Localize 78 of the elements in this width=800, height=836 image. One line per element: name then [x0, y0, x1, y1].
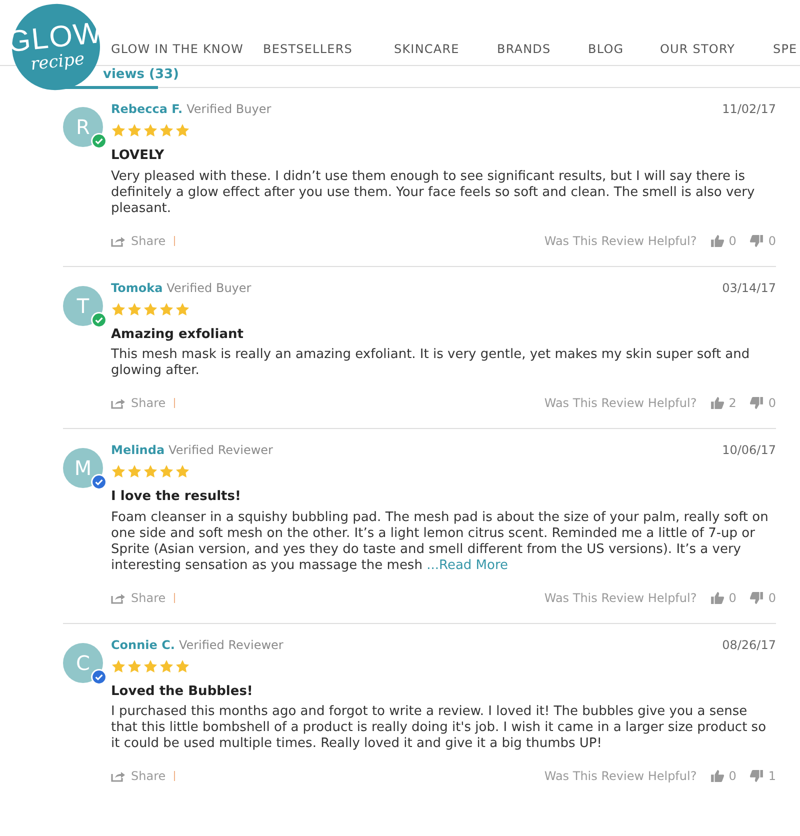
star-icon [111, 123, 126, 138]
thumbs-up-icon [710, 770, 724, 782]
star-icon [127, 658, 142, 674]
share-icon [111, 234, 125, 246]
review-text: Very pleased with these. I didn’t use them enough to see significant results, but I will say there is definitely a glow effect after you use them. Your face feels so soft and clean. The smell is also very pleasant. [111, 168, 756, 216]
share-link[interactable]: Share [111, 588, 166, 606]
star-icon [143, 464, 158, 479]
review-text: Foam cleanser in a squishy bubbling pad. The mesh pad is about the size of your palm, really soft on one side and soft mesh on the other. It’s a light lemon citrus scent. Reminded me a little of 7-up or Sprite (Asian version, and yes they do taste and smell different from the US versions). It’s a very interesting sensation as you massage the mesh ...Read More [111, 510, 770, 574]
star-icon [111, 658, 126, 674]
share-icon [111, 770, 125, 782]
nav-link[interactable]: OUR STORY [660, 40, 773, 58]
share-icon [111, 397, 125, 409]
thumbs-up-button[interactable]: 0 [710, 232, 736, 250]
review-date: 11/02/17 [722, 101, 776, 118]
review-date: 08/26/17 [722, 636, 776, 654]
thumbs-up-icon [710, 397, 724, 409]
review-text: This mesh mask is really an amazing exfoliant. It is very gentle, yet makes my skin super soft and glowing after. [111, 347, 751, 379]
star-icon [143, 658, 158, 674]
thumbs-up-button[interactable]: 2 [710, 394, 736, 412]
helpful-question: Was This Review Helpful? [544, 232, 697, 250]
review-title: I love the results! [111, 488, 242, 506]
star-icon [143, 123, 158, 138]
thumbs-down-icon [750, 770, 764, 782]
star-icon [111, 302, 126, 316]
nav-link[interactable]: BRANDS [497, 40, 588, 58]
thumbs-up-icon [710, 234, 724, 246]
thumbs-down-icon [750, 234, 764, 246]
star-icon [159, 464, 174, 479]
thumbs-up-button[interactable]: 0 [710, 767, 736, 785]
thumbs-down-button[interactable]: 0 [750, 588, 776, 606]
review-title: LOVELY [111, 147, 166, 165]
verified-label: Verified Reviewer [178, 636, 284, 654]
nav-link[interactable]: BLOG [588, 40, 660, 58]
helpful-question: Was This Review Helpful? [544, 590, 697, 606]
helpful-question: Was This Review Helpful? [544, 395, 697, 412]
helpful-question: Was This Review Helpful? [544, 768, 697, 785]
star-icon [175, 123, 190, 138]
share-link[interactable]: Share [111, 767, 166, 785]
thumbs-down-button[interactable]: 0 [750, 394, 776, 412]
star-icon [159, 658, 174, 674]
logo-text: recipe [30, 50, 86, 74]
star-icon [111, 464, 126, 479]
reviewer-name: Melinda [111, 442, 165, 459]
thumbs-down-button[interactable]: 0 [750, 232, 776, 250]
review-title: Amazing exfoliant [111, 326, 244, 344]
nav-link[interactable]: SKINCARE [394, 40, 497, 58]
thumbs-up-button[interactable]: 0 [710, 588, 736, 606]
reviewer-name: Connie C. [111, 636, 175, 654]
reviewer-name: Rebecca F. [111, 101, 183, 118]
review-date: 03/14/17 [722, 280, 776, 296]
star-icon [175, 302, 190, 316]
share-icon [111, 592, 125, 604]
thumbs-down-icon [750, 397, 764, 409]
verified-label: Verified Buyer [186, 101, 272, 118]
read-more-link[interactable]: ...Read More [426, 558, 508, 572]
review-date: 10/06/17 [722, 442, 776, 459]
share-link[interactable]: Share [111, 394, 166, 412]
share-link[interactable]: Share [111, 232, 166, 250]
verified-label: Verified Buyer [166, 280, 252, 296]
reviewer-name: Tomoka [111, 280, 163, 296]
star-icon [175, 658, 190, 674]
review-text: I purchased this months ago and forgot to write a review. I loved it! The bubbles give you a sense that this little bombshell of a product is really doing it's job. I wish it came in a larger size product so it could be used multiple times. Really loved it and give it a big thumbs UP! [111, 704, 768, 752]
nav-link[interactable]: SPE [773, 40, 800, 58]
thumbs-down-button[interactable]: 1 [750, 767, 776, 785]
review-title: Loved the Bubbles! [111, 682, 254, 700]
star-icon [127, 302, 142, 316]
thumbs-up-icon [710, 592, 724, 604]
star-icon [143, 302, 158, 316]
star-icon [127, 123, 142, 138]
star-icon [159, 123, 174, 138]
reviews-tab[interactable]: views (33) [103, 66, 179, 84]
thumbs-down-icon [750, 592, 764, 604]
verified-label: Verified Reviewer [168, 442, 273, 459]
star-icon [127, 464, 142, 479]
nav-link[interactable]: GLOW IN THE KNOW [111, 40, 263, 58]
star-icon [175, 464, 190, 479]
nav-link[interactable]: BESTSELLERS [263, 40, 394, 58]
star-icon [159, 302, 174, 316]
